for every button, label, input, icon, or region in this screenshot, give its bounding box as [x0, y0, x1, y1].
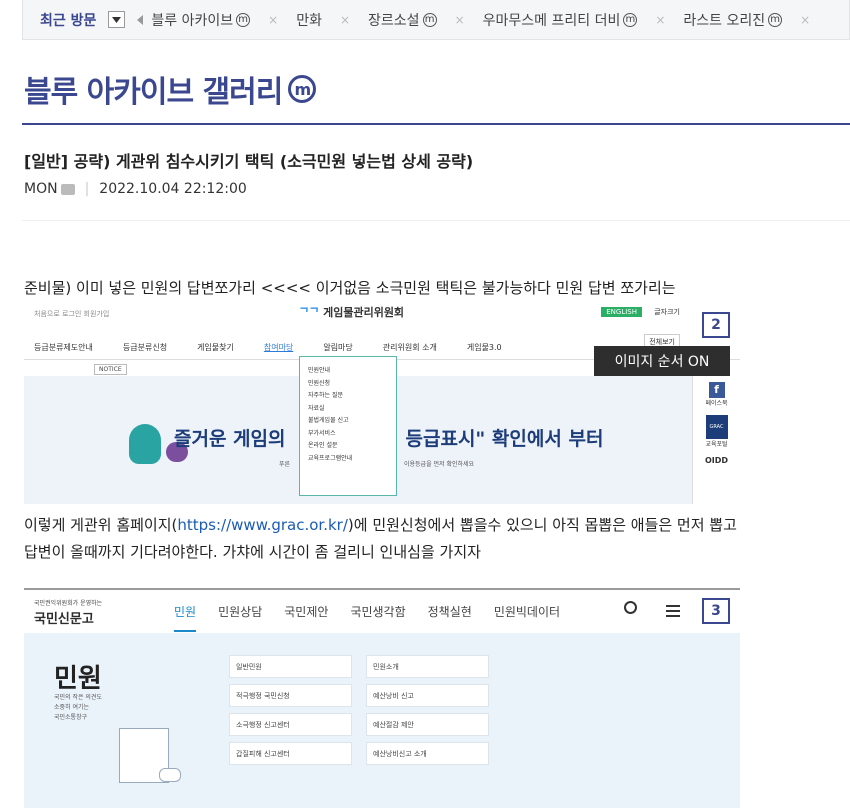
grac-logo: ᄀᄀ 게임물관리위원회 [299, 306, 405, 319]
epeople-menu-button: 예산낭비 신고 [366, 684, 489, 707]
epeople-menu-button: 소극행정 신고센터 [229, 713, 352, 736]
minor-gallery-icon: m [288, 75, 317, 103]
recent-item[interactable]: 블루 아카이브 m × [151, 10, 296, 30]
epeople-nav: 민원 민원상담 국민제안 국민생각함 정책실현 민원빅데이터 [174, 603, 560, 632]
epeople-menu-button: 일반민원 [229, 655, 352, 678]
image-order-badge: 3 [702, 598, 730, 624]
meta-divider [22, 220, 850, 221]
epeople-logo: 국민권익위원회가 운영하는 국민신문고 [34, 600, 103, 627]
close-icon[interactable]: × [800, 13, 810, 27]
grac-link[interactable]: https://www.grac.or.kr/ [177, 516, 348, 534]
body-paragraph: 이렇게 게관위 홈페이지(https://www.grac.or.kr/)에 민… [24, 516, 737, 534]
mascot-image [129, 424, 161, 464]
recent-item[interactable]: 만화 × [296, 10, 368, 30]
post-meta: MON | 2022.10.04 22:12:00 [24, 181, 247, 197]
meta-separator: | [84, 181, 90, 197]
notice-tag: NOTICE [94, 364, 127, 375]
search-icon [624, 601, 637, 614]
chevron-down-icon [112, 16, 122, 23]
recent-item[interactable]: 라스트 오리진 m × [683, 10, 828, 30]
grac-dropdown-menu: 민원안내 민원신청 자주하는 질문 자료실 불법게임물 신고 부가서비스 온라인 설문… [299, 356, 397, 496]
mouse-illustration [159, 768, 181, 782]
post-datetime: 2022.10.04 22:12:00 [99, 181, 247, 197]
epeople-menu-button: 예산낭비신고 소개 [366, 742, 489, 765]
oidd-logo: OIDD [704, 456, 729, 465]
minor-gallery-icon: m [768, 12, 783, 27]
recent-item[interactable]: 장르소설 m × [368, 10, 483, 30]
epeople-menu-button: 민원소개 [366, 655, 489, 678]
recent-visits-title: 최근 방문 [40, 12, 97, 29]
english-button: ENGLISH [601, 307, 642, 317]
scroll-left-icon[interactable] [137, 14, 144, 25]
menu-icon [666, 605, 680, 620]
close-icon[interactable]: × [268, 13, 278, 27]
epeople-menu-button: 적극행정 국민신청 [229, 684, 352, 707]
recent-visits-bar: 최근 방문 블루 아카이브 m × 만화 × 장르소설 m × 우마무스메 프리티 … [22, 0, 850, 40]
epeople-screenshot-image[interactable]: 국민권익위원회가 운영하는 국민신문고 민원 민원상담 국민제안 국민생각함 정… [24, 588, 740, 808]
epeople-menu-button: 갑질피해 신고센터 [229, 742, 352, 765]
minor-gallery-icon: m [236, 12, 251, 27]
minor-gallery-icon: m [422, 12, 437, 27]
font-size-label: 글자크기 [654, 308, 680, 316]
epeople-desc: 국민의 작은 의견도 소중히 여기는 국민소통창구 [54, 694, 102, 721]
grac-edu-icon: GRAC [705, 415, 728, 439]
close-icon[interactable]: × [455, 13, 465, 27]
image-order-tooltip[interactable]: 이미지 순서 ON [594, 346, 730, 376]
recent-item[interactable]: 우마무스메 프리티 더비 m × [483, 10, 684, 30]
recent-dropdown-button[interactable] [108, 11, 126, 28]
grac-banner-sub: 푸른 [279, 461, 291, 468]
grac-side-quick-menu: f 페이스북 GRAC 교육포털 OIDD [692, 376, 740, 504]
body-paragraph: 답변이 올때까지 기다려야한다. 가챠에 시간이 좀 걸리니 인내심을 가지자 [24, 543, 481, 561]
epeople-body: 민원 국민의 작은 의견도 소중히 여기는 국민소통창구 일반민원 적극행정 국민신… [24, 633, 740, 808]
minor-gallery-icon: m [623, 12, 638, 27]
epeople-header: 국민권익위원회가 운영하는 국민신문고 민원 민원상담 국민제안 국민생각함 정… [24, 590, 740, 633]
close-icon[interactable]: × [655, 13, 665, 27]
gallery-title[interactable]: 블루 아카이브 갤러리 m [24, 67, 317, 111]
epeople-heading: 민원 [54, 664, 102, 694]
title-divider [22, 123, 850, 125]
epeople-menu-button: 예산절감 제안 [366, 713, 489, 736]
user-badge-icon [60, 183, 75, 195]
body-paragraph: 준비물) 이미 넣은 민원의 답변쪼가리 <<<< 이거없음 소극민원 택틱은 … [24, 279, 676, 297]
author-name[interactable]: MON [24, 181, 58, 197]
grac-screenshot-image[interactable]: 처음으로 로그인 회원가입 ᄀᄀ 게임물관리위원회 ENGLISH 글자크기 전… [24, 304, 740, 504]
facebook-icon: f [708, 382, 725, 398]
grac-banner-sub: 이용등급을 먼저 확인하세요 [404, 461, 475, 468]
image-order-badge: 2 [702, 312, 730, 338]
close-icon[interactable]: × [340, 13, 350, 27]
post-title: [일반] 공략) 게관위 침수시키기 택틱 (소극민원 넣는법 상세 공략) [24, 152, 474, 171]
